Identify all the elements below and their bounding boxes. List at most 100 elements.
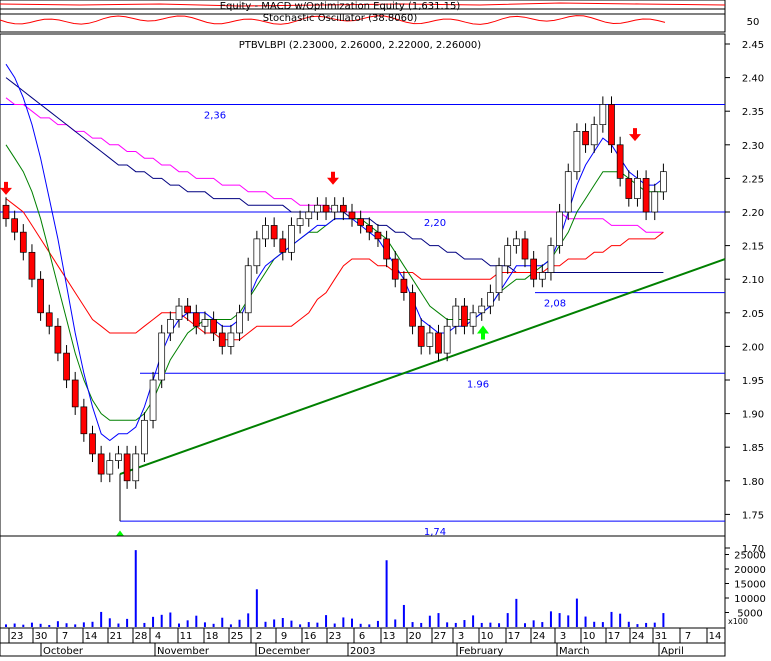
candle-up xyxy=(305,211,313,220)
candle-down xyxy=(357,218,364,226)
candle-down xyxy=(192,312,200,327)
candle-up xyxy=(331,204,339,213)
candle-up xyxy=(227,332,235,347)
x-day-label: 10 xyxy=(583,631,596,642)
volume-tick-label: 25000 xyxy=(734,551,766,562)
candle-up xyxy=(201,319,209,327)
y-tick-label: 1.75 xyxy=(742,510,764,521)
candle-up xyxy=(253,238,261,267)
x-day-label: 7 xyxy=(62,631,68,642)
y-tick-label: 1.95 xyxy=(742,376,764,387)
y-tick-label: 2.00 xyxy=(742,342,764,353)
candle-down xyxy=(2,204,10,220)
x-day-label: 4 xyxy=(155,631,161,642)
y-tick-label: 1.90 xyxy=(742,410,764,421)
candle-up xyxy=(504,245,512,267)
candle-up xyxy=(314,204,321,213)
candle-down xyxy=(71,379,79,408)
x-month-label: 2003 xyxy=(350,646,375,657)
candle-up xyxy=(469,312,477,327)
x-day-label: 3 xyxy=(458,631,464,642)
y-tick-label: 2.45 xyxy=(742,40,764,51)
price-panel: PTBVLBPI (2.23000, 2.26000, 2.22000, 2.2… xyxy=(0,33,764,555)
y-tick-label: 1.85 xyxy=(742,443,764,454)
volume-frame xyxy=(0,535,726,629)
y-tick-label: 2.35 xyxy=(742,107,764,118)
x-day-label: 31 xyxy=(655,631,668,642)
volume-tick-label: 20000 xyxy=(734,565,766,576)
candle-down xyxy=(89,433,96,455)
stochastic-tick: 50 xyxy=(747,17,760,28)
equity-label: Equity - MACD w/Optimization Equity (1,6… xyxy=(220,1,461,12)
candle-up xyxy=(115,453,122,461)
x-month-label: February xyxy=(459,646,503,657)
candle-down xyxy=(348,211,356,220)
candle-down xyxy=(642,178,650,213)
x-day-label: 25 xyxy=(231,631,244,642)
volume-panel: 250002000015000100005000x100 xyxy=(0,535,766,629)
x-day-label: 24 xyxy=(632,631,645,642)
candle-up xyxy=(158,332,166,381)
level-label: 2,08 xyxy=(544,299,566,310)
candle-down xyxy=(210,319,217,334)
x-day-label: 18 xyxy=(206,631,219,642)
y-tick-label: 1.80 xyxy=(742,477,764,488)
candle-down xyxy=(37,278,44,314)
candle-up xyxy=(443,325,451,354)
candle-down xyxy=(521,238,529,260)
candle-down xyxy=(365,225,373,233)
volume-unit-label: x100 xyxy=(728,617,748,626)
candle-up xyxy=(512,238,520,246)
x-day-label: 20 xyxy=(409,631,422,642)
candle-up xyxy=(132,453,140,482)
candle-up xyxy=(296,218,304,226)
candle-up xyxy=(487,292,494,307)
x-day-label: 9 xyxy=(281,631,287,642)
y-tick-label: 2.30 xyxy=(742,141,764,152)
candle-down xyxy=(374,231,382,240)
y-axis: 2.45 2.40 2.35 2.30 2.25 2.20 2.15 2.10 2.05 2.00… xyxy=(725,40,764,555)
candle-up xyxy=(495,265,503,293)
candle-down xyxy=(530,258,538,280)
candle-down xyxy=(409,292,416,327)
x-month-label: April xyxy=(661,646,684,657)
candle-down xyxy=(435,332,442,354)
x-day-label: 17 xyxy=(608,631,621,642)
candle-up xyxy=(426,332,434,347)
y-tick-label: 2.40 xyxy=(742,74,764,85)
candle-up xyxy=(634,178,641,199)
x-day-label: 3 xyxy=(560,631,566,642)
candle-up xyxy=(167,319,174,334)
x-day-label: 17 xyxy=(508,631,521,642)
candle-down xyxy=(608,104,615,146)
candle-up xyxy=(106,460,114,475)
x-month-label: November xyxy=(157,646,210,657)
x-day-label: 6 xyxy=(359,631,365,642)
candle-up xyxy=(556,211,563,246)
y-tick-label: 2.25 xyxy=(742,174,764,185)
candle-up xyxy=(288,225,295,253)
x-day-label: 23 xyxy=(11,631,24,642)
stochastic-label: Stochastic Oscillator (38.8060) xyxy=(263,13,418,24)
x-day-label: 14 xyxy=(85,631,98,642)
candle-down xyxy=(616,144,624,179)
candle-up xyxy=(599,104,607,125)
x-day-label: 28 xyxy=(135,631,148,642)
candle-down xyxy=(28,251,36,280)
volume-tick-label: 10000 xyxy=(734,594,766,605)
candle-down xyxy=(417,325,425,347)
candle-down xyxy=(322,204,330,213)
x-month-label: October xyxy=(43,646,84,657)
candle-down xyxy=(340,204,347,213)
candle-up xyxy=(651,191,659,213)
candle-down xyxy=(184,305,191,314)
candle-down xyxy=(270,225,278,240)
candle-up xyxy=(660,171,667,193)
y-tick-label: 2.20 xyxy=(742,208,764,219)
x-day-label: 7 xyxy=(685,631,691,642)
candle-down xyxy=(45,312,53,327)
candle-down xyxy=(461,305,468,327)
volume-tick-label: 15000 xyxy=(734,580,766,591)
y-tick-label: 2.05 xyxy=(742,309,764,320)
x-day-label: 13 xyxy=(383,631,396,642)
